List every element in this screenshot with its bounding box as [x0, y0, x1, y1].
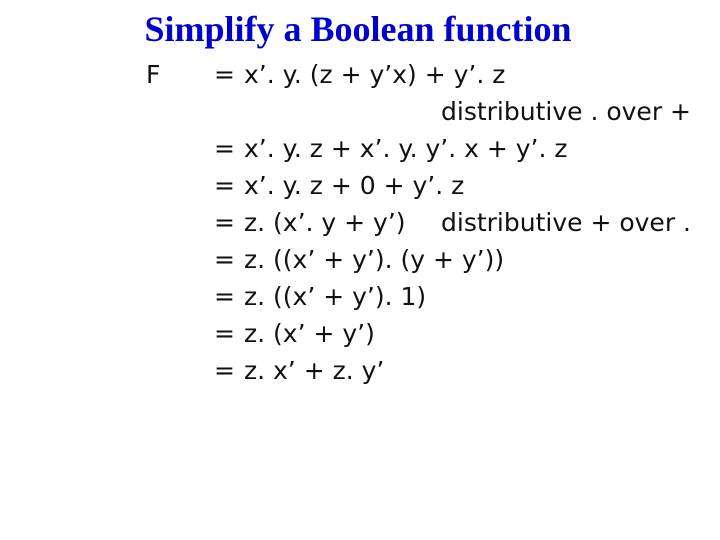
step-expression: x’. y. (z + y’x) + y’. z	[244, 60, 506, 89]
step-5: = z. ((x’ + y’). (y + y’))	[214, 245, 504, 274]
step-7: = z. (x’ + y’)	[214, 319, 375, 348]
step-annotation-distributive-plus-over-dot: distributive + over .	[441, 208, 691, 237]
equals-sign: =	[214, 134, 235, 163]
step-1: = x’. y. (z + y’x) + y’. z	[214, 60, 505, 89]
step-2: = x’. y. z + x’. y. y’. x + y’. z	[214, 134, 568, 163]
step-annotation-distributive-dot-over-plus: distributive . over +	[441, 97, 691, 126]
equals-sign: =	[214, 60, 235, 89]
step-expression: z. ((x’ + y’). 1)	[244, 282, 427, 311]
slide-title: Simplify a Boolean function	[0, 8, 720, 50]
step-expression: z. ((x’ + y’). (y + y’))	[244, 245, 505, 274]
equals-sign: =	[214, 282, 235, 311]
step-expression: x’. y. z + x’. y. y’. x + y’. z	[244, 134, 568, 163]
function-name: F	[146, 60, 161, 89]
step-expression: z. x’ + z. y’	[244, 356, 385, 385]
step-4: = z. (x’. y + y’)	[214, 208, 406, 237]
equals-sign: =	[214, 245, 235, 274]
step-expression: z. (x’ + y’)	[244, 319, 375, 348]
step-8: = z. x’ + z. y’	[214, 356, 384, 385]
equals-sign: =	[214, 356, 235, 385]
step-6: = z. ((x’ + y’). 1)	[214, 282, 426, 311]
step-3: = x’. y. z + 0 + y’. z	[214, 171, 464, 200]
equals-sign: =	[214, 208, 235, 237]
slide-title-text: Simplify a Boolean function	[144, 9, 572, 49]
equals-sign: =	[214, 319, 235, 348]
step-expression: z. (x’. y + y’)	[244, 208, 406, 237]
step-expression: x’. y. z + 0 + y’. z	[244, 171, 465, 200]
equals-sign: =	[214, 171, 235, 200]
